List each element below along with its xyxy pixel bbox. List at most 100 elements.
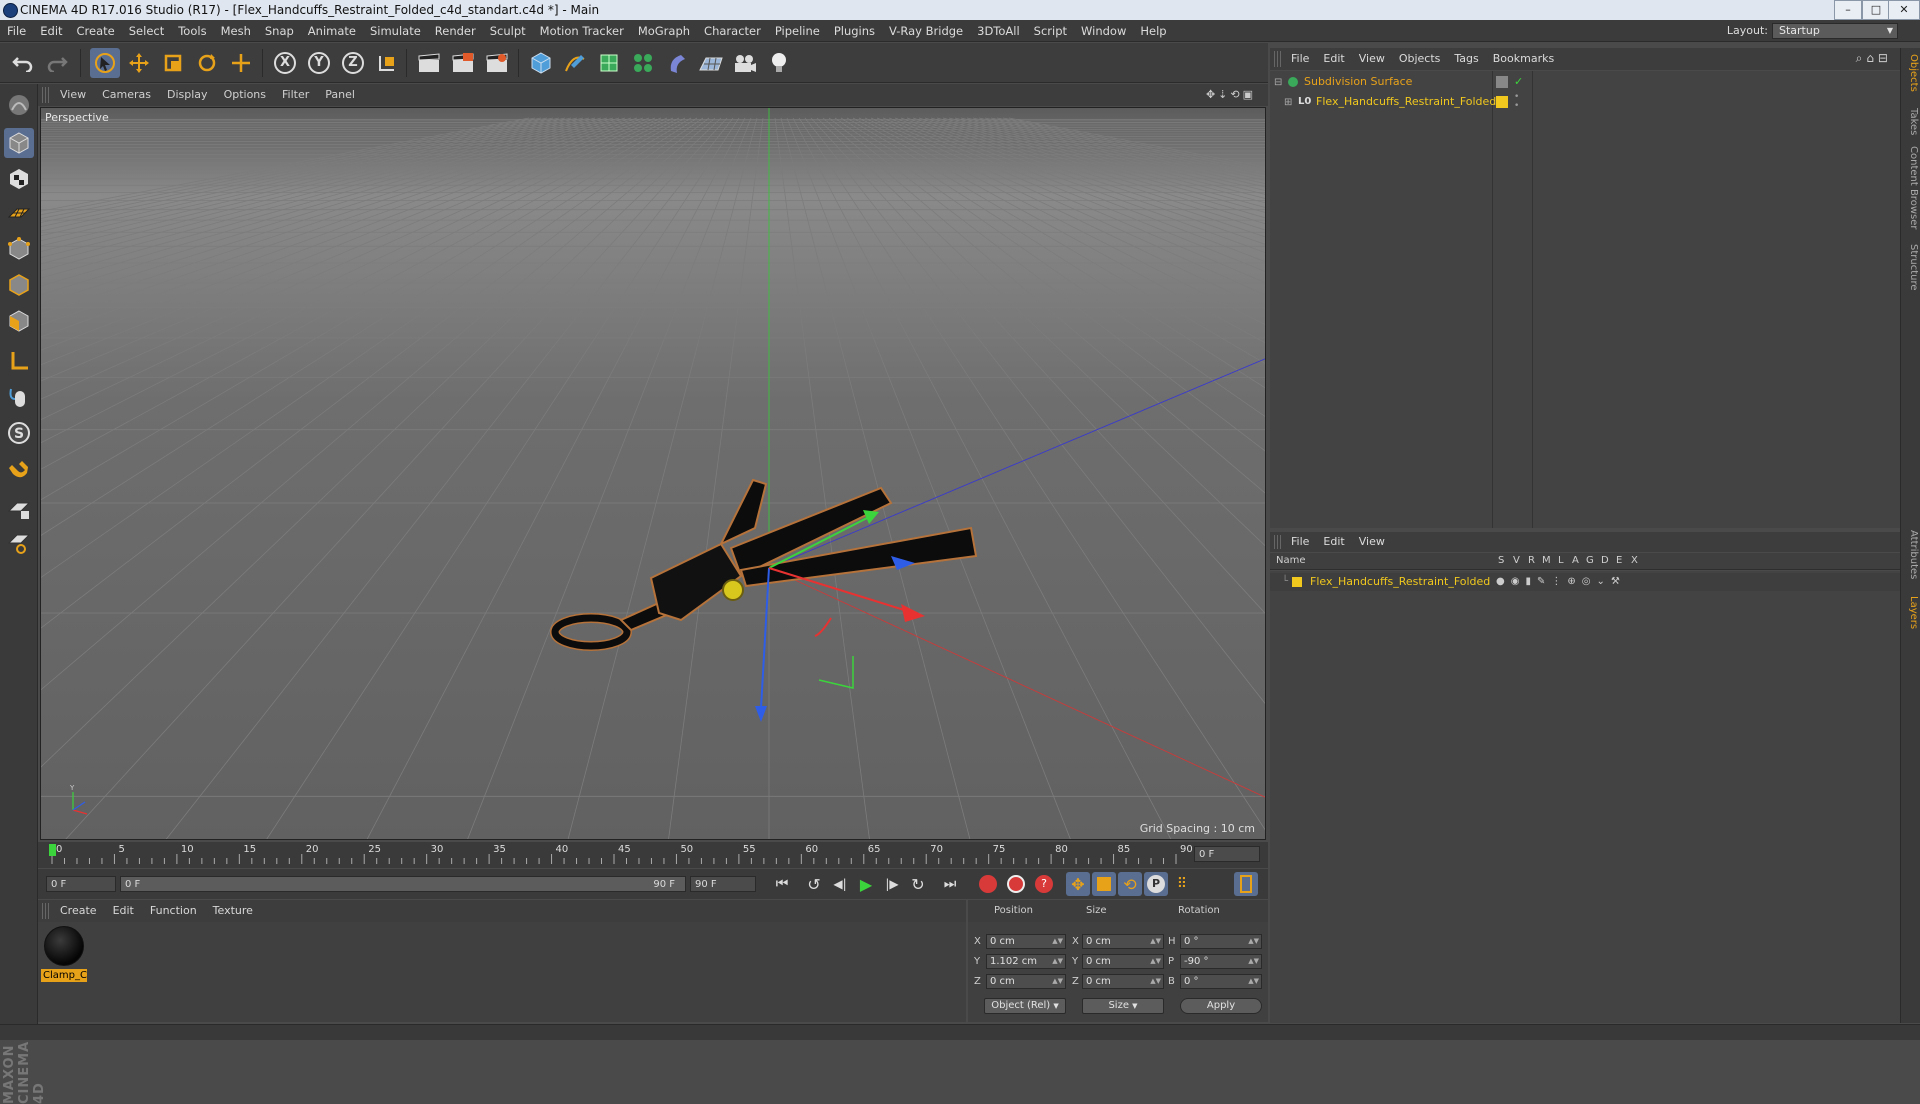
maximize-button[interactable]: □	[1862, 0, 1890, 20]
side-tab-content-browser[interactable]: Content Browser	[1903, 146, 1919, 229]
side-tab-attributes[interactable]: Attributes	[1903, 530, 1919, 579]
move-tool-button[interactable]	[124, 48, 154, 78]
model-mode-button[interactable]	[4, 128, 34, 158]
objects-menu-bookmarks[interactable]: Bookmarks	[1486, 48, 1561, 70]
key-point-level-button[interactable]: ⠿	[1170, 872, 1194, 896]
texture-mode-button[interactable]	[4, 164, 34, 194]
polygons-mode-button[interactable]	[4, 306, 34, 336]
live-selection-button[interactable]	[90, 48, 120, 78]
keyframe-selection-button[interactable]: ?	[1032, 872, 1056, 896]
viewport-menu-options[interactable]: Options	[216, 84, 274, 106]
enabled-checkmark-icon[interactable]: ✓	[1514, 73, 1523, 91]
viewport-menu-panel[interactable]: Panel	[317, 84, 363, 106]
add-deformer-button[interactable]	[662, 48, 692, 78]
workplane-rotate-button[interactable]	[4, 528, 34, 558]
objects-menu-objects[interactable]: Objects	[1392, 48, 1448, 70]
coordinate-system-button[interactable]	[372, 48, 402, 78]
scale-tool-button[interactable]	[158, 48, 188, 78]
layer-color-swatch[interactable]	[1496, 76, 1508, 88]
size-mode-dropdown[interactable]: Size ▼	[1082, 998, 1164, 1014]
layers-menu-view[interactable]: View	[1352, 532, 1392, 552]
viewport-menu-filter[interactable]: Filter	[274, 84, 317, 106]
objects-menu-tags[interactable]: Tags	[1447, 48, 1485, 70]
coordinate-mode-dropdown[interactable]: Object (Rel) ▼	[984, 998, 1066, 1014]
menu-motion-tracker[interactable]: Motion Tracker	[533, 20, 631, 42]
menu-window[interactable]: Window	[1074, 20, 1133, 42]
play-button[interactable]: ▶	[854, 872, 878, 896]
key-position-button[interactable]: ✥	[1066, 872, 1090, 896]
next-frame-button[interactable]: |▶	[880, 872, 904, 896]
expand-icon[interactable]: ⊞	[1284, 94, 1292, 112]
menu-select[interactable]: Select	[122, 20, 171, 42]
material-menu-create[interactable]: Create	[52, 900, 105, 922]
add-cube-button[interactable]	[526, 48, 556, 78]
menu-edit[interactable]: Edit	[33, 20, 69, 42]
rotation-b-field[interactable]: 0 ° ▲▼	[1180, 974, 1262, 989]
objects-menu-file[interactable]: File	[1284, 48, 1316, 70]
material-item[interactable]: Clamp_C	[38, 922, 92, 988]
menu-file[interactable]: File	[0, 20, 33, 42]
make-editable-button[interactable]	[4, 90, 34, 120]
snap-button[interactable]	[4, 456, 34, 486]
key-parameter-button[interactable]: P	[1144, 872, 1168, 896]
current-frame-field[interactable]: 0 F	[1194, 846, 1260, 862]
render-region-button[interactable]	[448, 48, 478, 78]
menu-animate[interactable]: Animate	[301, 20, 363, 42]
menu-simulate[interactable]: Simulate	[363, 20, 428, 42]
viewport-menu-cameras[interactable]: Cameras	[94, 84, 159, 106]
menu-help[interactable]: Help	[1133, 20, 1173, 42]
previous-frame-button[interactable]: ◀|	[828, 872, 852, 896]
collapse-icon[interactable]: ⊟	[1274, 74, 1282, 92]
material-menu-edit[interactable]: Edit	[105, 900, 142, 922]
menu-plugins[interactable]: Plugins	[827, 20, 882, 42]
layer-color-swatch[interactable]	[1496, 96, 1508, 108]
menu-mograph[interactable]: MoGraph	[631, 20, 697, 42]
side-tab-structure[interactable]: Structure	[1903, 244, 1919, 291]
layers-menu-file[interactable]: File	[1284, 532, 1316, 552]
size-y-field[interactable]: 0 cm ▲▼	[1082, 954, 1164, 969]
menu-vray-bridge[interactable]: V-Ray Bridge	[882, 20, 970, 42]
key-scale-button[interactable]	[1092, 872, 1116, 896]
axis-mode-button[interactable]	[4, 346, 34, 376]
end-frame-field[interactable]: 90 F	[690, 876, 756, 892]
add-generator-button[interactable]	[594, 48, 624, 78]
undo-button[interactable]	[8, 48, 38, 78]
objects-menu-view[interactable]: View	[1352, 48, 1392, 70]
position-z-field[interactable]: 0 cm ▲▼	[986, 974, 1066, 989]
position-x-field[interactable]: 0 cm ▲▼	[986, 934, 1066, 949]
edges-mode-button[interactable]	[4, 270, 34, 300]
record-keys-button[interactable]	[976, 872, 1000, 896]
search-icon[interactable]: ⌕⌂⊟	[1856, 51, 1892, 66]
menu-create[interactable]: Create	[70, 20, 122, 42]
viewport-menu-view[interactable]: View	[52, 84, 94, 106]
rotation-p-field[interactable]: -90 ° ▲▼	[1180, 954, 1262, 969]
timeline-ruler[interactable]: 0 5 10 15 20 25 30 35 40 45 50 55 60 65 70 75 80 85 90 0 F	[38, 842, 1268, 868]
position-y-field[interactable]: 1.102 cm ▲▼	[986, 954, 1066, 969]
layout-select[interactable]: Startup ▼	[1772, 23, 1898, 39]
add-light-button[interactable]	[764, 48, 794, 78]
side-tab-objects[interactable]: Objects	[1903, 54, 1919, 92]
redo-button[interactable]	[42, 48, 72, 78]
go-to-start-button[interactable]: ⏮	[770, 872, 794, 896]
y-axis-lock-button[interactable]: Y	[304, 48, 334, 78]
menu-script[interactable]: Script	[1027, 20, 1074, 42]
material-menu-function[interactable]: Function	[142, 900, 205, 922]
layers-menu-edit[interactable]: Edit	[1316, 532, 1351, 552]
autokey-button[interactable]	[1004, 872, 1028, 896]
add-camera-button[interactable]	[730, 48, 760, 78]
3d-viewport[interactable]: Y Perspective Grid Spacing : 10 cm	[40, 107, 1266, 840]
side-tab-layers[interactable]: Layers	[1903, 596, 1919, 629]
add-mograph-button[interactable]	[628, 48, 658, 78]
previous-key-button[interactable]: ↺	[802, 872, 826, 896]
timeline-playhead[interactable]	[49, 844, 56, 856]
menu-snap[interactable]: Snap	[258, 20, 301, 42]
apply-button[interactable]: Apply	[1180, 998, 1262, 1014]
menu-pipeline[interactable]: Pipeline	[768, 20, 827, 42]
z-axis-lock-button[interactable]: Z	[338, 48, 368, 78]
viewport-navigation-icons[interactable]: ✥⇣⟲▣	[1206, 88, 1256, 101]
next-key-button[interactable]: ↻	[906, 872, 930, 896]
preview-range-slider[interactable]: 0 F 90 F	[120, 876, 686, 892]
start-frame-field[interactable]: 0 F	[46, 876, 116, 892]
visibility-dots-icon[interactable]: • •	[1514, 93, 1519, 111]
material-menu-texture[interactable]: Texture	[205, 900, 261, 922]
